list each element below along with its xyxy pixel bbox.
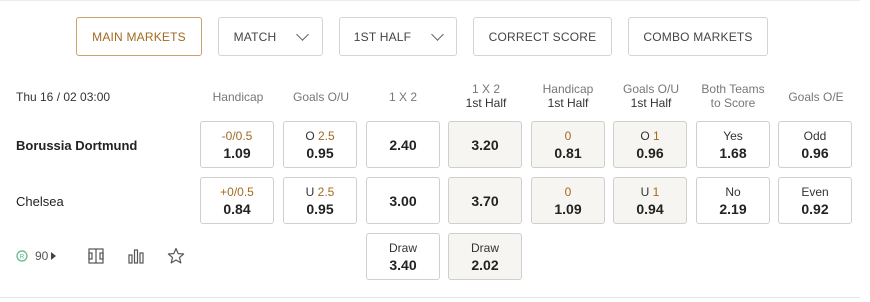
tab-match-label: MATCH [233,29,277,44]
home-team-name[interactable]: Borussia Dortmund [16,138,137,153]
odds-goals-odd[interactable]: Odd 0.96 [778,121,852,168]
odds-handicap-1st-half-home[interactable]: 0 0.81 [531,121,605,168]
odds-goals-under-1st-half[interactable]: U 1 0.94 [613,177,687,224]
odds-1x2-1st-half-home[interactable]: 3.20 [448,121,522,168]
svg-text:R: R [20,253,25,260]
odds-btts-no[interactable]: No 2.19 [696,177,770,224]
odds-btts-yes[interactable]: Yes 1.68 [696,121,770,168]
odds-handicap-1st-half-away[interactable]: 0 1.09 [531,177,605,224]
pitch-icon[interactable] [88,246,104,266]
tab-1st-half-label: 1ST HALF [353,29,412,44]
play-arrow-icon [51,252,57,260]
star-icon[interactable] [167,246,185,266]
header-handicap-1st-half: Handicap 1st Half [542,82,594,110]
tab-correct-score[interactable]: CORRECT SCORE [473,17,612,56]
header-goals-ou-1st-half: Goals O/U 1st Half [622,82,679,110]
header-handicap: Handicap [212,90,264,104]
odds-goals-even[interactable]: Even 0.92 [778,177,852,224]
odds-handicap-home[interactable]: -0/0.5 1.09 [200,121,274,168]
tab-main-markets-label: MAIN MARKETS [92,29,186,44]
odds-goals-over-1st-half[interactable]: O 1 0.96 [613,121,687,168]
market-count: 90 [35,249,49,263]
match-datetime: Thu 16 / 02 03:00 [16,90,111,104]
tab-combo-markets-label: COMBO MARKETS [643,29,753,44]
away-team-name: Chelsea [16,194,64,209]
header-goals-oe: Goals O/E [788,90,844,104]
odds-goals-over[interactable]: O 2.5 0.95 [283,121,357,168]
chevron-down-icon [431,27,445,41]
more-markets-link[interactable]: R 90 [16,246,57,266]
live-indicator-icon: R [16,250,28,262]
header-1x2-1st-half: 1 X 2 1st Half [465,82,507,110]
odds-handicap-away[interactable]: +0/0.5 0.84 [200,177,274,224]
odds-1x2-away[interactable]: 3.00 [366,177,440,224]
top-divider [0,0,860,4]
odds-1x2-1st-half-draw[interactable]: Draw 2.02 [448,233,522,280]
tab-match[interactable]: MATCH [218,17,323,56]
odds-1x2-home[interactable]: 2.40 [366,121,440,168]
tab-correct-score-label: CORRECT SCORE [488,29,597,44]
header-both-teams-to-score: Both Teams to Score [701,82,765,110]
tab-combo-markets[interactable]: COMBO MARKETS [628,17,768,56]
odds-goals-under[interactable]: U 2.5 0.95 [283,177,357,224]
odds-1x2-draw[interactable]: Draw 3.40 [366,233,440,280]
odds-1x2-1st-half-away[interactable]: 3.70 [448,177,522,224]
stats-bars-icon[interactable] [128,246,144,266]
header-1x2: 1 X 2 [388,90,418,104]
tab-1st-half[interactable]: 1ST HALF [339,17,457,56]
bottom-divider [0,297,860,298]
header-goals-ou: Goals O/U [292,90,349,104]
tab-main-markets[interactable]: MAIN MARKETS [76,17,202,56]
chevron-down-icon [296,27,310,41]
